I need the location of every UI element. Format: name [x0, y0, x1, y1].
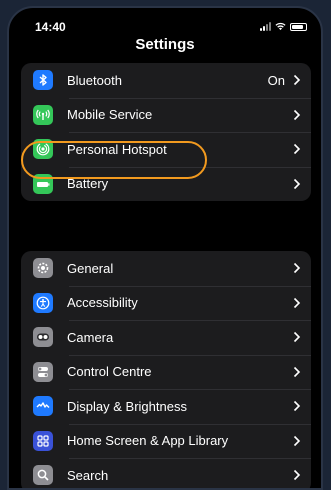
page-title: Settings — [135, 36, 195, 53]
search-icon — [33, 465, 53, 486]
brightness-icon — [33, 396, 53, 417]
chevron-right-icon — [293, 366, 303, 378]
wifi-icon — [275, 22, 286, 31]
settings-row-general[interactable]: General — [21, 251, 311, 286]
settings-row-label: General — [67, 260, 114, 276]
settings-row-label: Bluetooth — [67, 72, 122, 88]
chevron-right-icon — [293, 109, 303, 121]
settings-row-label: Mobile Service — [67, 107, 153, 123]
settings-row-label: Accessibility — [67, 295, 138, 311]
chevron-right-icon — [293, 143, 303, 155]
home-screen-icon — [33, 430, 53, 451]
settings-row-value: On — [267, 72, 285, 88]
switches-icon — [33, 361, 53, 382]
camera-icon — [33, 327, 53, 348]
accessibility-icon — [33, 292, 53, 313]
settings-row-mobile-service[interactable]: Mobile Service — [21, 97, 311, 133]
status-bar: 14:40 — [9, 8, 321, 34]
settings-row-accessibility[interactable]: Accessibility — [21, 285, 311, 321]
bluetooth-icon — [33, 70, 53, 91]
settings-row-label: Control Centre — [67, 364, 152, 380]
chevron-right-icon — [293, 331, 303, 343]
gear-icon — [33, 258, 53, 279]
settings-row-home-screen[interactable]: Home Screen & App Library — [21, 423, 311, 459]
settings-row-search[interactable]: Search — [21, 458, 311, 488]
settings-row-camera[interactable]: Camera — [21, 320, 311, 355]
personal-hotspot-highlight-outline — [21, 141, 207, 179]
status-icons — [260, 21, 307, 31]
settings-row-control-centre[interactable]: Control Centre — [21, 354, 311, 390]
chevron-right-icon — [293, 262, 303, 274]
chevron-right-icon — [293, 178, 303, 190]
chevron-right-icon — [293, 400, 303, 412]
chevron-right-icon — [293, 469, 303, 481]
settings-row-label: Display & Brightness — [67, 398, 187, 414]
settings-group-general: General Accessibility Camera Control Cen… — [21, 251, 311, 488]
settings-row-bluetooth[interactable]: Bluetooth On — [21, 63, 311, 98]
antenna-icon — [33, 104, 53, 125]
phone-screen: 14:40 Settings Bluetooth On Mobile Servi… — [7, 6, 323, 490]
settings-row-label: Home Screen & App Library — [67, 433, 229, 449]
status-time: 14:40 — [35, 20, 66, 34]
settings-row-label: Search — [67, 467, 109, 483]
battery-status-icon — [290, 23, 307, 31]
settings-group-connectivity: Bluetooth On Mobile Service Personal Hot… — [21, 63, 311, 201]
settings-row-label: Camera — [67, 329, 114, 345]
chevron-right-icon — [293, 74, 303, 86]
chevron-right-icon — [293, 297, 303, 309]
settings-row-display-brightness[interactable]: Display & Brightness — [21, 389, 311, 424]
chevron-right-icon — [293, 435, 303, 447]
cellular-signal-icon — [260, 22, 271, 31]
